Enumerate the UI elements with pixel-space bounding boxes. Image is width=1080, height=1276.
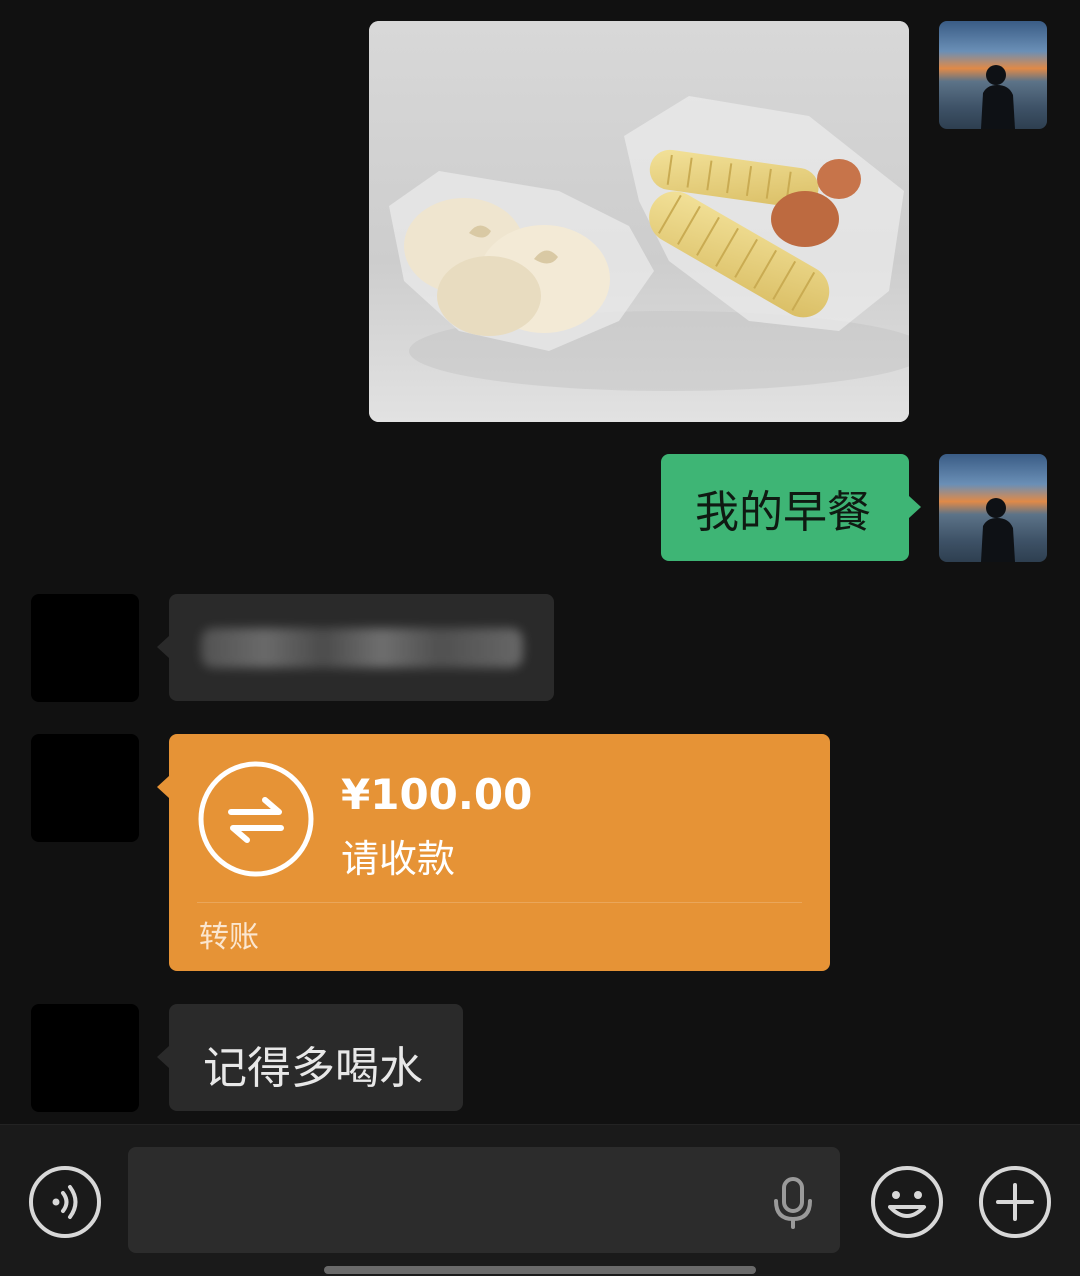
sent-message-bubble[interactable]: 我的早餐 [661,454,921,561]
sent-message-text: 我的早餐 [695,486,871,538]
received-message-bubble[interactable]: 记得多喝水 [157,1004,463,1111]
voice-wave-icon[interactable] [28,1165,102,1239]
self-avatar[interactable] [939,21,1047,129]
home-indicator[interactable] [324,1266,756,1274]
chat-message-list[interactable]: 我的早餐 ¥100.00 请收款 转账 记得多喝水 [0,0,1080,1122]
breakfast-photo [369,21,909,422]
transfer-amount: ¥100.00 [341,770,533,819]
transfer-arrows-icon [198,761,314,877]
contact-avatar[interactable] [31,594,139,702]
microphone-icon[interactable] [770,1177,816,1229]
chat-input-bar [0,1124,1080,1276]
transfer-status: 请收款 [341,837,456,881]
transfer-card[interactable]: ¥100.00 请收款 转账 [157,734,830,971]
self-avatar[interactable] [939,454,1047,562]
emoji-icon[interactable] [870,1165,944,1239]
transfer-label: 转账 [199,920,259,955]
received-message-text: 记得多喝水 [203,1043,423,1094]
person-silhouette-icon [981,498,1015,562]
plus-icon[interactable] [978,1165,1052,1239]
contact-avatar[interactable] [31,734,139,842]
contact-avatar[interactable] [31,1004,139,1112]
message-input[interactable] [128,1147,840,1253]
blurred-message-text [201,628,523,668]
sent-photo-breakfast[interactable] [369,21,909,422]
received-message-bubble-blurred[interactable] [157,594,554,701]
transfer-divider [197,902,802,903]
person-silhouette-icon [981,65,1015,129]
